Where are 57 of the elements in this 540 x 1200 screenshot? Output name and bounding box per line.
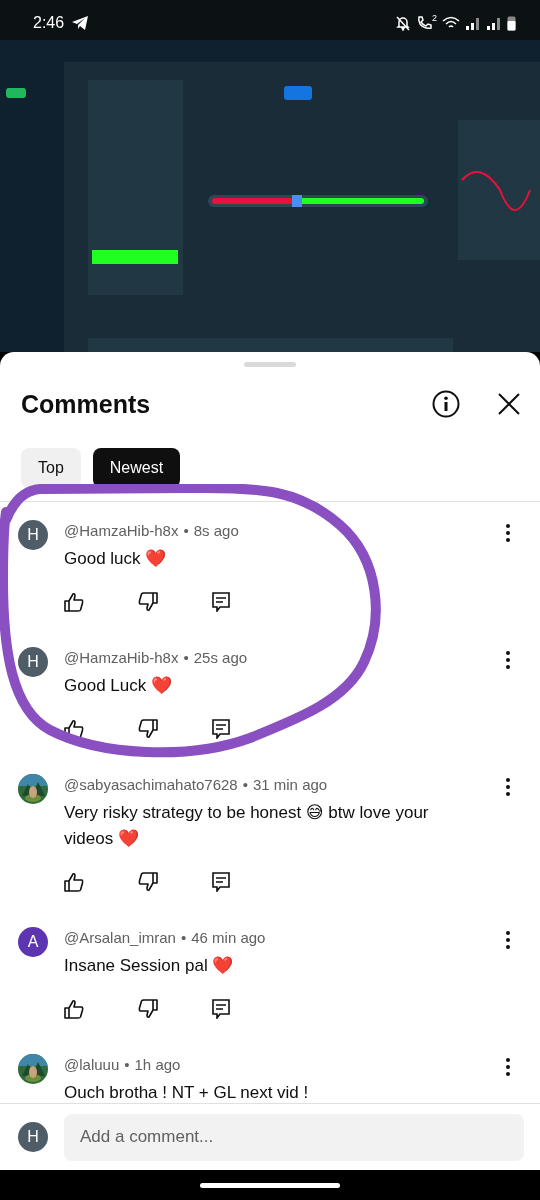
filter-chip[interactable]: Top (21, 448, 81, 488)
thumbs-down-icon[interactable] (138, 999, 158, 1019)
comment-author[interactable]: @HamzaHib-h8x (64, 649, 179, 666)
avatar[interactable]: A (18, 927, 48, 957)
comment-text: Insane Session pal ❤ (64, 955, 235, 977)
comment-input[interactable]: Add a comment... (64, 1113, 524, 1161)
comment-author[interactable]: @laluuu (64, 1056, 120, 1073)
paper-plane-icon (72, 16, 89, 30)
more-icon[interactable] (506, 931, 510, 949)
comment-text: Very risky strategy to be honest 😅 btw love your videos ❤ (64, 802, 430, 850)
avatar[interactable]: H (18, 647, 48, 677)
comment-text: Ouch brotha ! NT + GL next vid ! (64, 1082, 310, 1103)
comment-time: 46 min ago (191, 929, 266, 946)
thumbs-up-icon[interactable] (64, 872, 84, 892)
drag-handle[interactable] (244, 362, 296, 367)
reply-icon[interactable] (212, 872, 230, 892)
comment-text: Good luck ❤ (64, 548, 168, 570)
signal-icon (465, 16, 481, 30)
separator-dot: • (183, 522, 189, 539)
phone-icon (416, 15, 432, 31)
comment-time: 1h ago (134, 1056, 181, 1073)
avatar: H (18, 1122, 48, 1152)
home-indicator[interactable] (200, 1182, 340, 1188)
comment-time: 25s ago (193, 649, 248, 666)
battery-icon (507, 15, 516, 31)
thumbs-up-icon[interactable] (64, 719, 84, 739)
info-icon[interactable] (432, 390, 460, 418)
reply-icon[interactable] (212, 592, 230, 612)
reply-icon[interactable] (212, 999, 230, 1019)
thumbs-down-icon[interactable] (138, 872, 158, 892)
reply-icon[interactable] (212, 719, 230, 739)
separator-dot: • (180, 929, 187, 946)
thumbs-down-icon[interactable] (138, 719, 158, 739)
more-icon[interactable] (506, 524, 510, 542)
status-time: 2:46 (33, 14, 65, 32)
avatar[interactable]: H (18, 520, 48, 550)
muted-bell-icon (395, 15, 411, 31)
comment-author[interactable]: @Arsalan_imran (64, 929, 176, 946)
more-icon[interactable] (506, 778, 510, 796)
separator-dot: • (242, 776, 248, 793)
comment-time: 8s ago (193, 522, 239, 539)
more-icon[interactable] (506, 1058, 510, 1076)
signal-icon (486, 16, 502, 30)
more-icon[interactable] (506, 651, 510, 669)
separator-dot: • (124, 1056, 130, 1073)
comment-author[interactable]: @HamzaHib-h8x (64, 522, 179, 539)
sheet-title: Comments (21, 389, 152, 419)
comment-time: 31 min ago (252, 776, 328, 793)
separator-dot: • (183, 649, 189, 666)
comment-author[interactable]: @sabyasachimahato7628 (64, 776, 238, 793)
thumbs-up-icon[interactable] (64, 999, 84, 1019)
wifi-icon (442, 16, 460, 30)
comment-text: Good Luck ❤ (64, 675, 173, 697)
thumbs-down-icon[interactable] (138, 592, 158, 612)
thumbs-up-icon[interactable] (64, 592, 84, 612)
sim-number: 2 (432, 13, 437, 23)
close-icon[interactable] (498, 393, 520, 415)
